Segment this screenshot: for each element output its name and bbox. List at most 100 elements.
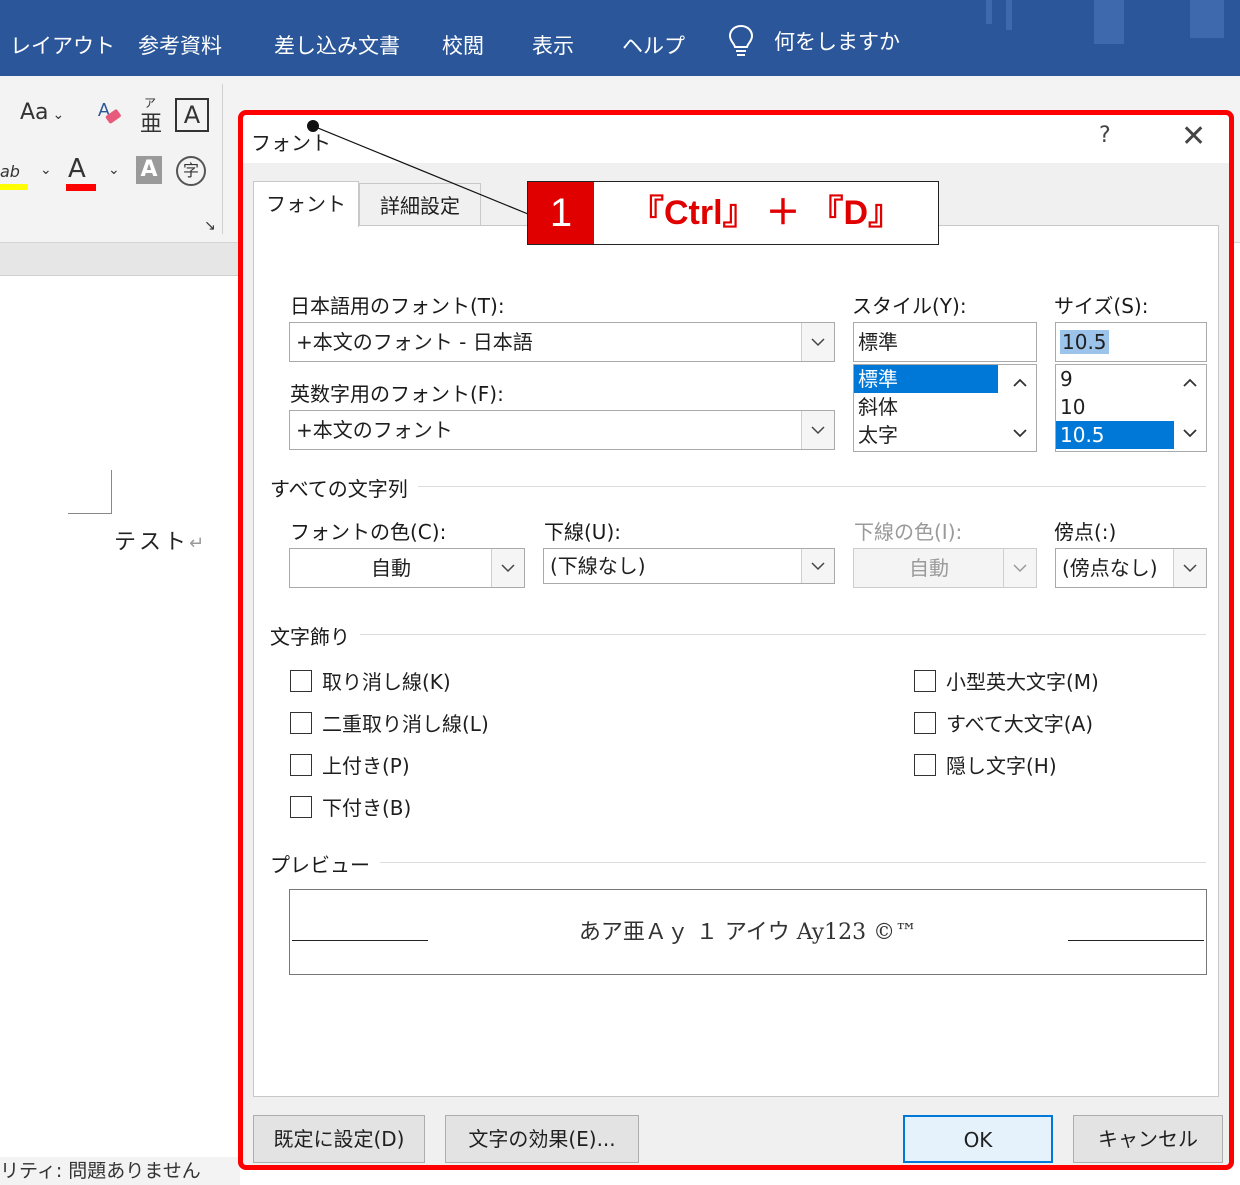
- hidden-checkbox[interactable]: 隠し文字(H): [914, 750, 1057, 779]
- chevron-down-icon[interactable]: [1012, 425, 1028, 441]
- ribbon-decoration: [1006, 0, 1012, 30]
- style-input[interactable]: 標準: [853, 322, 1037, 362]
- document-text[interactable]: テスト↵: [114, 524, 207, 556]
- ribbon-decoration: [1190, 0, 1224, 38]
- text-effects-button[interactable]: 文字の効果(E)...: [445, 1115, 639, 1163]
- enclose-characters-icon[interactable]: 字: [176, 156, 206, 186]
- tab-help[interactable]: ヘルプ: [622, 30, 685, 60]
- chevron-down-icon[interactable]: [1003, 549, 1036, 587]
- checkbox-box[interactable]: [290, 753, 312, 776]
- size-option[interactable]: 10: [1056, 393, 1174, 421]
- tab-font[interactable]: フォント: [253, 181, 359, 227]
- subscript-checkbox[interactable]: 下付き(B): [290, 792, 411, 821]
- size-option[interactable]: 9: [1056, 365, 1174, 393]
- ok-button[interactable]: OK: [903, 1115, 1053, 1163]
- chevron-down-icon[interactable]: [491, 549, 524, 587]
- font-color-button[interactable]: A ⌄: [66, 154, 120, 191]
- chevron-up-icon[interactable]: [1182, 375, 1198, 391]
- checkbox-box[interactable]: [914, 669, 936, 692]
- ruler-strip: [0, 243, 240, 276]
- double-strikethrough-checkbox[interactable]: 二重取り消し線(L): [290, 708, 489, 737]
- close-icon[interactable]: ✕: [1181, 119, 1206, 154]
- ribbon-decoration: [986, 0, 992, 24]
- font-color-combo[interactable]: 自動: [289, 548, 525, 588]
- all-caps-checkbox[interactable]: すべて大文字(A): [914, 708, 1093, 737]
- checkbox-box[interactable]: [290, 711, 312, 734]
- style-option[interactable]: 斜体: [854, 393, 998, 421]
- underline-combo[interactable]: (下線なし): [543, 548, 835, 584]
- checkbox-box[interactable]: [914, 711, 936, 734]
- style-scrollbar[interactable]: [1004, 365, 1036, 451]
- checkbox-box[interactable]: [914, 753, 936, 776]
- checkbox-label: 隠し文字(H): [946, 754, 1057, 778]
- margin-marker: [68, 513, 112, 514]
- style-option[interactable]: 太字: [854, 421, 998, 449]
- chevron-down-icon: ⌄: [108, 162, 120, 178]
- clear-formatting-icon[interactable]: A: [96, 98, 124, 134]
- ribbon-tab-bar: レイアウト 参考資料 差し込み文書 校閲 表示 ヘルプ 何をしますか: [0, 0, 1240, 76]
- jp-font-value: +本文のフォント - 日本語: [296, 330, 533, 354]
- size-input[interactable]: 10.5: [1055, 322, 1207, 362]
- size-option[interactable]: 10.5: [1056, 421, 1174, 449]
- preview-text: あア亜Ａｙ １ アイウ Ay123 ©™: [578, 920, 918, 945]
- change-case-button[interactable]: Aa ⌄: [20, 100, 64, 125]
- change-case-label: Aa: [20, 100, 49, 125]
- checkbox-label: 下付き(B): [322, 796, 412, 820]
- tab-advanced[interactable]: 詳細設定: [359, 183, 481, 227]
- font-color-value: 自動: [371, 556, 411, 580]
- underline-color-combo[interactable]: 自動: [853, 548, 1037, 588]
- checkbox-box[interactable]: [290, 795, 312, 818]
- dialog-titlebar[interactable]: フォント ? ✕: [243, 115, 1229, 163]
- chevron-down-icon[interactable]: [801, 323, 834, 361]
- chevron-down-icon: ⌄: [40, 162, 52, 178]
- underline-value: (下線なし): [550, 554, 646, 578]
- ribbon-decoration: [1094, 0, 1124, 44]
- document-canvas[interactable]: [0, 276, 240, 1156]
- small-caps-checkbox[interactable]: 小型英大文字(M): [914, 666, 1099, 695]
- tab-mailings[interactable]: 差し込み文書: [274, 30, 400, 60]
- superscript-checkbox[interactable]: 上付き(P): [290, 750, 410, 779]
- preview-box: あア亜Ａｙ １ アイウ Ay123 ©™: [289, 889, 1207, 975]
- latin-font-value: +本文のフォント: [296, 418, 453, 442]
- all-text-header: すべての文字列: [270, 473, 418, 502]
- style-listbox[interactable]: 標準 斜体 太字: [853, 364, 1037, 452]
- group-divider: [354, 486, 1206, 487]
- set-default-button[interactable]: 既定に設定(D): [253, 1115, 425, 1163]
- font-dialog-launcher-icon[interactable]: ↘: [204, 218, 216, 234]
- jp-font-combo[interactable]: +本文のフォント - 日本語: [289, 322, 835, 362]
- margin-marker: [111, 470, 112, 514]
- tab-review[interactable]: 校閲: [442, 30, 484, 60]
- style-label: スタイル(Y):: [852, 294, 967, 318]
- font-color-glyph: A: [68, 154, 86, 184]
- latin-font-combo[interactable]: +本文のフォント: [289, 410, 835, 450]
- chevron-down-icon[interactable]: [801, 411, 834, 449]
- tell-me-search[interactable]: 何をしますか: [728, 24, 900, 58]
- tab-references[interactable]: 参考資料: [138, 30, 222, 60]
- cancel-button[interactable]: キャンセル: [1073, 1115, 1223, 1163]
- highlight-color-button[interactable]: ab ⌄: [0, 158, 52, 190]
- tab-view[interactable]: 表示: [532, 30, 574, 60]
- character-shading-icon[interactable]: A: [136, 156, 162, 184]
- help-icon[interactable]: ?: [1099, 123, 1111, 148]
- preview-header: プレビュー: [270, 849, 380, 878]
- checkbox-label: 二重取り消し線(L): [322, 712, 489, 736]
- chevron-up-icon[interactable]: [1012, 375, 1028, 391]
- chevron-down-icon[interactable]: [1182, 425, 1198, 441]
- character-border-icon[interactable]: A: [175, 98, 209, 132]
- size-scrollbar[interactable]: [1174, 365, 1206, 451]
- style-option[interactable]: 標準: [854, 365, 998, 393]
- size-label: サイズ(S):: [1054, 294, 1149, 318]
- highlight-glyph: ab: [0, 162, 20, 181]
- phonetic-guide-icon[interactable]: ア 亜: [140, 96, 162, 137]
- checkbox-label: 小型英大文字(M): [946, 670, 1099, 694]
- tab-layout[interactable]: レイアウト: [10, 30, 115, 60]
- size-value: 10.5: [1060, 330, 1109, 354]
- chevron-down-icon[interactable]: [1173, 549, 1206, 587]
- accessibility-status[interactable]: リティ: 問題ありません: [0, 1160, 201, 1182]
- chevron-down-icon: ⌄: [52, 107, 65, 123]
- chevron-down-icon[interactable]: [801, 549, 834, 583]
- size-listbox[interactable]: 9 10 10.5: [1055, 364, 1207, 452]
- checkbox-box[interactable]: [290, 669, 312, 692]
- emphasis-combo[interactable]: (傍点なし): [1055, 548, 1207, 588]
- strikethrough-checkbox[interactable]: 取り消し線(K): [290, 666, 451, 695]
